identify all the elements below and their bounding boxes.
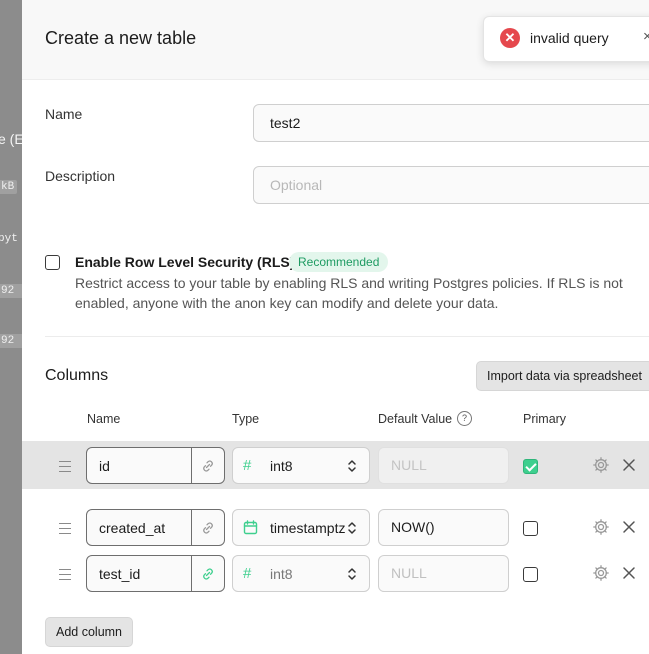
default-value-input[interactable]: NULL — [378, 555, 509, 592]
add-column-button[interactable]: Add column — [45, 617, 134, 647]
link-icon[interactable] — [200, 566, 216, 582]
panel-title: Create a new table — [45, 28, 197, 48]
drag-handle-icon[interactable] — [59, 523, 71, 534]
column-type-select[interactable]: # int8 — [232, 555, 370, 592]
column-header-primary: Primary — [523, 412, 567, 426]
close-icon[interactable] — [622, 520, 636, 534]
gear-icon[interactable] — [592, 564, 610, 582]
input-separator — [191, 556, 192, 591]
rls-checkbox[interactable] — [45, 255, 60, 270]
chevron-up-down-icon — [348, 568, 356, 580]
toast-close-icon[interactable]: × — [643, 28, 649, 45]
column-name-input[interactable]: test_id — [86, 555, 225, 592]
column-name-input[interactable]: created_at — [86, 509, 225, 546]
gear-icon[interactable] — [592, 518, 610, 536]
column-type-select[interactable]: # int8 — [232, 447, 370, 484]
primary-checkbox[interactable] — [523, 567, 538, 582]
toast-message: invalid query — [530, 30, 609, 46]
hash-icon: # — [243, 565, 252, 582]
description-label: Description — [45, 168, 116, 184]
column-row: created_at timestamptz NOW() — [22, 503, 649, 551]
column-header-type: Type — [232, 412, 260, 426]
column-name-value: created_at — [99, 520, 166, 536]
input-separator — [191, 448, 192, 483]
drag-handle-icon[interactable] — [59, 461, 71, 472]
background-text: 92 k — [0, 334, 22, 348]
chevron-up-down-icon — [348, 522, 356, 534]
close-icon[interactable] — [622, 458, 636, 472]
help-icon[interactable]: ? — [457, 411, 472, 426]
background-text: pyt — [0, 233, 18, 245]
description-input[interactable]: Optional — [253, 166, 649, 204]
columns-title: Columns — [45, 367, 109, 384]
column-type-value: int8 — [270, 458, 293, 474]
close-icon[interactable] — [622, 566, 636, 580]
background-text: kB — [0, 180, 18, 194]
primary-checkbox[interactable] — [523, 459, 538, 474]
recommended-badge: Recommended — [289, 252, 389, 272]
link-icon[interactable] — [200, 458, 216, 474]
background-text: 92 k — [0, 284, 22, 298]
column-type-value: timestamptz — [270, 520, 346, 536]
rls-title: Enable Row Level Security (RLS) — [75, 254, 295, 270]
background-text: e (E — [0, 131, 22, 147]
name-label: Name — [45, 106, 83, 122]
primary-checkbox[interactable] — [523, 521, 538, 536]
default-value-input[interactable]: NOW() — [378, 509, 509, 546]
input-separator — [191, 510, 192, 545]
calendar-icon — [243, 520, 258, 535]
background-page: e (E kB pyt 92 k 92 k — [0, 0, 22, 654]
column-name-input[interactable]: id — [86, 447, 225, 484]
name-input[interactable]: test2 — [253, 104, 649, 142]
default-value-input[interactable]: NULL — [378, 447, 509, 484]
column-row: id # int8 NULL — [22, 441, 649, 489]
import-spreadsheet-button[interactable]: Import data via spreadsheet — [476, 361, 649, 391]
column-name-value: test_id — [99, 566, 141, 582]
column-header-name: Name — [87, 412, 121, 426]
link-icon[interactable] — [200, 520, 216, 536]
column-header-default-value: Default Value — [378, 412, 453, 426]
column-type-select[interactable]: timestamptz — [232, 509, 370, 546]
column-row: test_id # int8 NULL — [22, 549, 649, 597]
create-table-panel: Create a new table ✕ invalid query × Nam… — [22, 0, 649, 654]
gear-icon[interactable] — [592, 456, 610, 474]
hash-icon: # — [243, 457, 252, 474]
drag-handle-icon[interactable] — [59, 569, 71, 580]
error-circle-icon: ✕ — [500, 28, 520, 48]
divider — [45, 336, 649, 337]
error-toast: ✕ invalid query × — [483, 16, 649, 62]
column-type-value: int8 — [270, 566, 293, 582]
chevron-up-down-icon — [348, 460, 356, 472]
column-name-value: id — [99, 458, 110, 474]
rls-description: Restrict access to your table by enablin… — [75, 275, 623, 311]
